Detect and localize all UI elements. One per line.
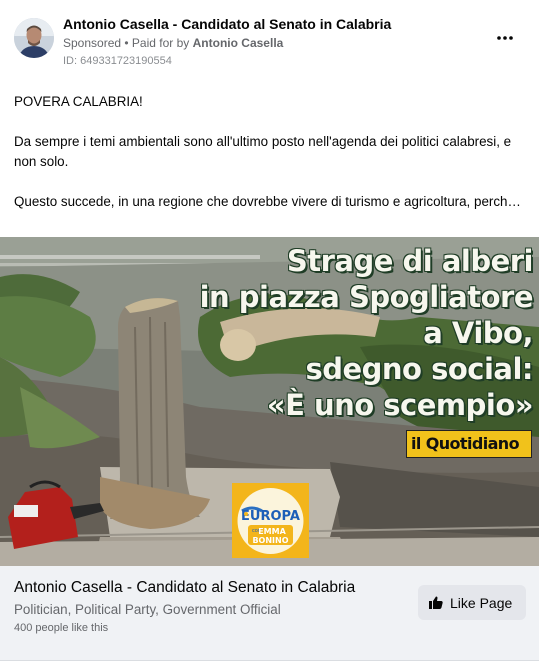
divider [0,660,539,661]
post-text: POVERA CALABRIA! Da sempre i temi ambien… [14,92,526,212]
headline-line: in piazza Spogliatore [199,280,534,314]
headline-line: «È uno scempio» [266,388,534,422]
post-text-p1: POVERA CALABRIA! [14,94,143,109]
post-text-p3[interactable]: Questo succede, in una regione che dovre… [14,192,526,212]
footer-likes-count: 400 people like this [14,622,109,634]
ad-image[interactable]: Strage di alberi in piazza Spogliatore a… [0,237,539,566]
like-page-label: Like Page [450,595,513,611]
thumbs-up-icon [429,596,443,609]
sponsored-label: Sponsored [63,36,122,50]
paid-for-name[interactable]: Antonio Casella [193,36,284,50]
like-page-button[interactable]: Like Page [418,585,526,620]
ad-card: Antonio Casella - Candidato al Senato in… [0,0,539,668]
europa-logo-graphic: EUROPA con EMMA BONINO [232,483,309,558]
post-text-p2: Da sempre i temi ambientali sono all'ult… [14,134,512,169]
svg-text:EMMA: EMMA [258,527,286,536]
quotidiano-logo: il Quotidiano [406,430,532,458]
headline-line: Strage di alberi [286,244,534,278]
sponsored-meta: Sponsored • Paid for by Antonio Casella [63,36,284,50]
footer-page-name[interactable]: Antonio Casella - Candidato al Senato in… [14,579,355,597]
post-header: Antonio Casella - Candidato al Senato in… [12,12,527,72]
europa-party-logo: EUROPA con EMMA BONINO [232,483,309,558]
footer-categories: Politician, Political Party, Government … [14,602,281,617]
more-options-icon[interactable] [493,32,517,48]
page-name[interactable]: Antonio Casella - Candidato al Senato in… [63,16,391,32]
ellipsis-icon [497,36,513,40]
ad-id: ID: 649331723190554 [63,55,172,67]
quotidiano-logo-text: il Quotidiano [411,434,520,453]
ad-footer[interactable]: Antonio Casella - Candidato al Senato in… [0,566,539,660]
svg-text:BONINO: BONINO [252,536,288,545]
svg-text:EUROPA: EUROPA [241,509,300,524]
avatar[interactable] [14,18,54,58]
headline-line: sdegno social: [305,352,533,386]
image-headline: Strage di alberi in piazza Spogliatore a… [199,243,534,423]
headline-line: a Vibo, [423,316,533,350]
profile-photo [14,18,54,58]
paid-for-prefix: Paid for by [131,36,190,50]
